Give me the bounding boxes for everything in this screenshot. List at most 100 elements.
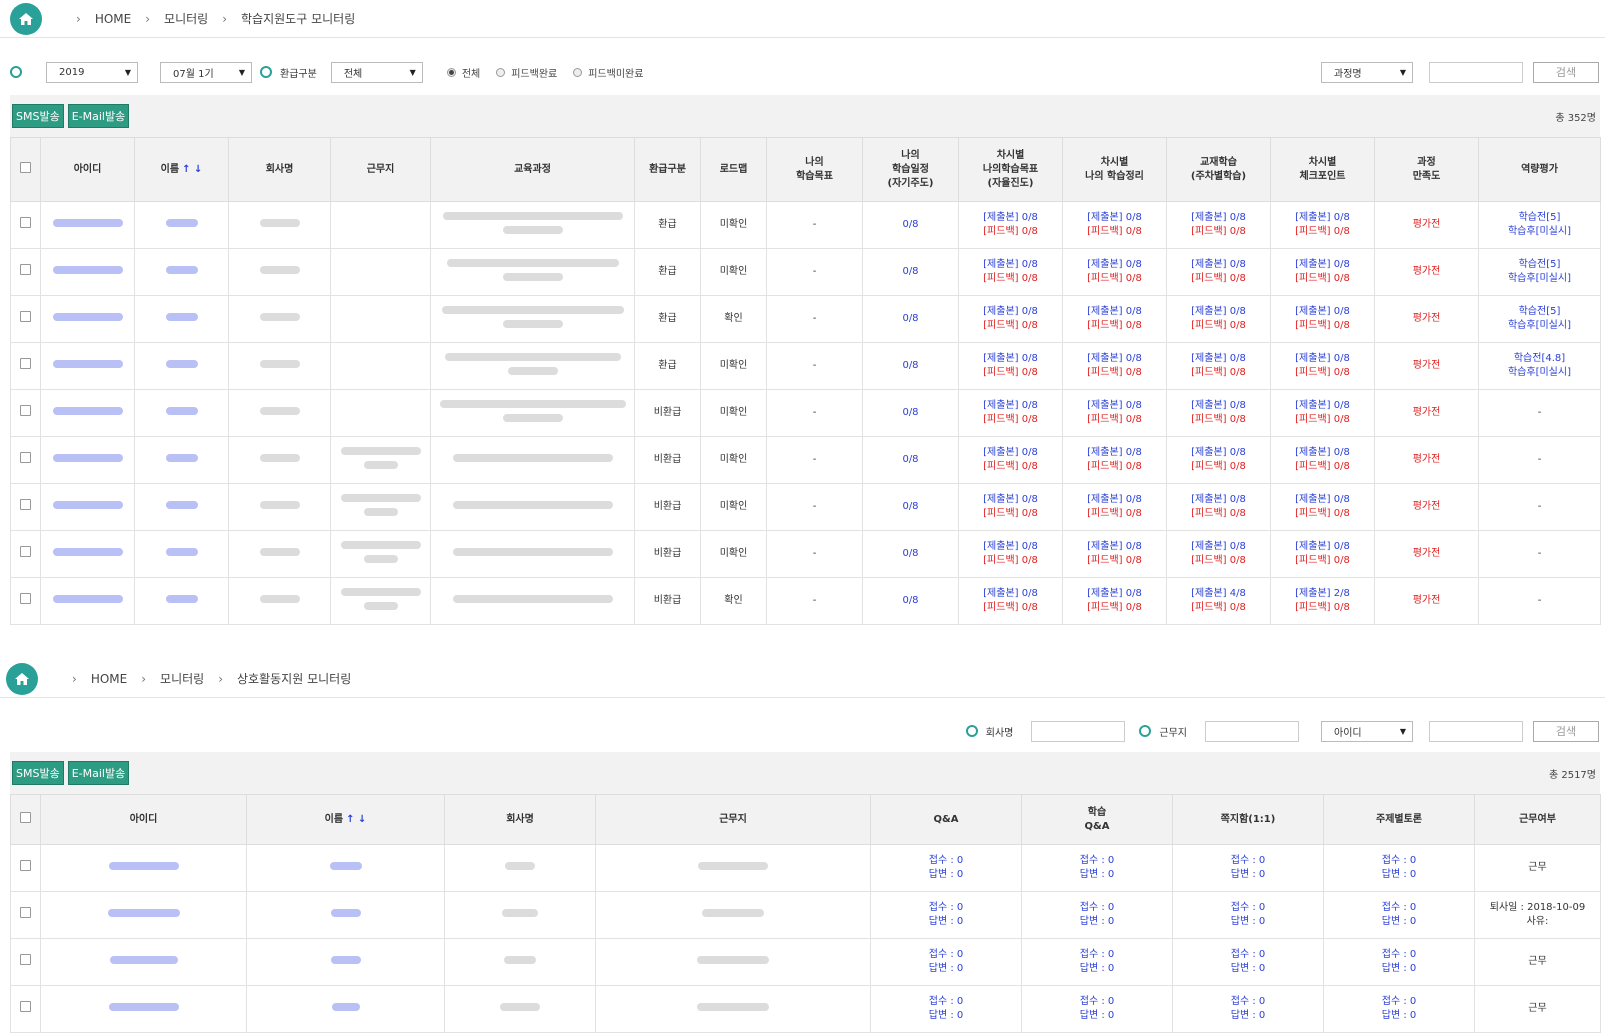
cell-c4[interactable]: [제출본] 0/8 [피드백] 0/8 (1270, 201, 1375, 249)
row-checkbox[interactable] (10, 891, 41, 939)
row-checkbox[interactable] (10, 295, 41, 343)
cell-schedule[interactable]: 0/8 (862, 248, 959, 296)
radio-all[interactable]: 전체 (446, 65, 480, 80)
cell-c2[interactable]: [제출본] 0/8 [피드백] 0/8 (1062, 483, 1167, 531)
cell-c4[interactable]: [제출본] 0/8 [피드백] 0/8 (1270, 295, 1375, 343)
cell-c4[interactable]: [제출본] 2/8 [피드백] 0/8 (1270, 577, 1375, 625)
cell-schedule[interactable]: 0/8 (862, 577, 959, 625)
cell-c1[interactable]: [제출본] 0/8 [피드백] 0/8 (958, 248, 1063, 296)
cell-schedule[interactable]: 0/8 (862, 436, 959, 484)
cell-c1[interactable]: [제출본] 0/8 [피드백] 0/8 (958, 577, 1063, 625)
checkbox[interactable] (20, 161, 31, 173)
cell-msg[interactable]: 접수 : 0 답변 : 0 (1172, 985, 1324, 1033)
checkbox[interactable] (20, 811, 31, 823)
cell-lqa[interactable]: 접수 : 0 답변 : 0 (1021, 891, 1173, 939)
cell-msg[interactable]: 접수 : 0 답변 : 0 (1172, 891, 1324, 939)
cell-c4[interactable]: [제출본] 0/8 [피드백] 0/8 (1270, 530, 1375, 578)
cell-c1[interactable]: [제출본] 0/8 [피드백] 0/8 (958, 342, 1063, 390)
cell-c1[interactable]: [제출본] 0/8 [피드백] 0/8 (958, 201, 1063, 249)
cell-schedule[interactable]: 0/8 (862, 530, 959, 578)
checkbox[interactable] (20, 1001, 31, 1012)
checkbox[interactable] (20, 499, 31, 510)
cell-c2[interactable]: [제출본] 0/8 [피드백] 0/8 (1062, 530, 1167, 578)
cell-msg[interactable]: 접수 : 0 답변 : 0 (1172, 938, 1324, 986)
row-checkbox[interactable] (10, 248, 41, 296)
cell-c2[interactable]: [제출본] 0/8 [피드백] 0/8 (1062, 436, 1167, 484)
cell-qa[interactable]: 접수 : 0 답변 : 0 (870, 938, 1022, 986)
cell-lqa[interactable]: 접수 : 0 답변 : 0 (1021, 985, 1173, 1033)
cell-lqa[interactable]: 접수 : 0 답변 : 0 (1021, 938, 1173, 986)
cell-c2[interactable]: [제출본] 0/8 [피드백] 0/8 (1062, 295, 1167, 343)
row-checkbox[interactable] (10, 483, 41, 531)
cell-topic[interactable]: 접수 : 0 답변 : 0 (1323, 985, 1475, 1033)
year-select[interactable]: 2019 ▼ (46, 61, 138, 83)
cell-evaluation[interactable]: 학습전[5] 학습후[미실시] (1478, 201, 1601, 249)
cell-topic[interactable]: 접수 : 0 답변 : 0 (1323, 844, 1475, 892)
cell-c1[interactable]: [제출본] 0/8 [피드백] 0/8 (958, 530, 1063, 578)
sms-button[interactable]: SMS발송 (12, 761, 64, 785)
cell-c1[interactable]: [제출본] 0/8 [피드백] 0/8 (958, 483, 1063, 531)
cell-topic[interactable]: 접수 : 0 답변 : 0 (1323, 891, 1475, 939)
user-name-link[interactable] (329, 862, 362, 870)
cell-c1[interactable]: [제출본] 0/8 [피드백] 0/8 (958, 389, 1063, 437)
checkbox[interactable] (20, 217, 31, 228)
cell-schedule[interactable]: 0/8 (862, 483, 959, 531)
search-button[interactable]: 검색 (1533, 720, 1599, 742)
row-checkbox[interactable] (10, 201, 41, 249)
user-id-link[interactable] (109, 956, 178, 964)
cell-c1[interactable]: [제출본] 0/8 [피드백] 0/8 (958, 295, 1063, 343)
cell-c3[interactable]: [제출본] 0/8 [피드백] 0/8 (1166, 201, 1271, 249)
sort-arrows-icon[interactable]: ↑ ↓ (346, 814, 366, 825)
user-name-link[interactable] (165, 266, 198, 274)
schedule-value[interactable]: 0/8 (902, 454, 918, 465)
home-icon[interactable] (6, 662, 38, 695)
cell-qa[interactable]: 접수 : 0 답변 : 0 (870, 844, 1022, 892)
company-input[interactable] (1031, 720, 1126, 742)
schedule-value[interactable]: 0/8 (902, 548, 918, 559)
search-field-select[interactable]: 과정명 ▼ (1321, 61, 1413, 83)
home-icon[interactable] (10, 2, 42, 35)
row-checkbox[interactable] (10, 985, 41, 1033)
cell-c2[interactable]: [제출본] 0/8 [피드백] 0/8 (1062, 201, 1167, 249)
schedule-value[interactable]: 0/8 (902, 266, 918, 277)
sort-arrows-icon[interactable]: ↑ ↓ (182, 164, 202, 175)
user-id-link[interactable] (52, 219, 123, 227)
cell-c2[interactable]: [제출본] 0/8 [피드백] 0/8 (1062, 577, 1167, 625)
select-all-header[interactable] (10, 137, 41, 202)
user-name-link[interactable] (165, 313, 198, 321)
schedule-value[interactable]: 0/8 (902, 313, 918, 324)
cell-c3[interactable]: [제출본] 4/8 [피드백] 0/8 (1166, 577, 1271, 625)
cell-c3[interactable]: [제출본] 0/8 [피드백] 0/8 (1166, 295, 1271, 343)
cell-schedule[interactable]: 0/8 (862, 295, 959, 343)
user-name-link[interactable] (165, 501, 198, 509)
user-id-link[interactable] (52, 454, 123, 462)
search-field-select[interactable]: 아이디 ▼ (1321, 720, 1413, 742)
search-input[interactable] (1429, 61, 1523, 83)
col-name[interactable]: 이름 ↑ ↓ (246, 794, 445, 845)
sms-button[interactable]: SMS발송 (12, 104, 64, 128)
row-checkbox[interactable] (10, 389, 41, 437)
checkbox[interactable] (20, 907, 31, 918)
checkbox[interactable] (20, 358, 31, 369)
checkbox[interactable] (20, 264, 31, 275)
checkbox[interactable] (20, 405, 31, 416)
breadcrumb-home[interactable]: HOME (91, 672, 127, 686)
schedule-value[interactable]: 0/8 (902, 407, 918, 418)
user-name-link[interactable] (330, 909, 361, 917)
cell-evaluation[interactable]: 학습전[5] 학습후[미실시] (1478, 295, 1601, 343)
schedule-value[interactable]: 0/8 (902, 501, 918, 512)
user-id-link[interactable] (52, 266, 123, 274)
cell-schedule[interactable]: 0/8 (862, 201, 959, 249)
cell-c3[interactable]: [제출본] 0/8 [피드백] 0/8 (1166, 248, 1271, 296)
user-id-link[interactable] (107, 909, 180, 917)
cell-c4[interactable]: [제출본] 0/8 [피드백] 0/8 (1270, 342, 1375, 390)
cell-c1[interactable]: [제출본] 0/8 [피드백] 0/8 (958, 436, 1063, 484)
select-all-header[interactable] (10, 794, 41, 845)
checkbox[interactable] (20, 593, 31, 604)
refund-select[interactable]: 전체 ▼ (330, 61, 423, 83)
cell-c4[interactable]: [제출본] 0/8 [피드백] 0/8 (1270, 248, 1375, 296)
period-select[interactable]: 07월 1기 ▼ (160, 61, 252, 83)
cell-evaluation[interactable]: 학습전[4.8] 학습후[미실시] (1478, 342, 1601, 390)
cell-c3[interactable]: [제출본] 0/8 [피드백] 0/8 (1166, 436, 1271, 484)
user-name-link[interactable] (330, 956, 361, 964)
